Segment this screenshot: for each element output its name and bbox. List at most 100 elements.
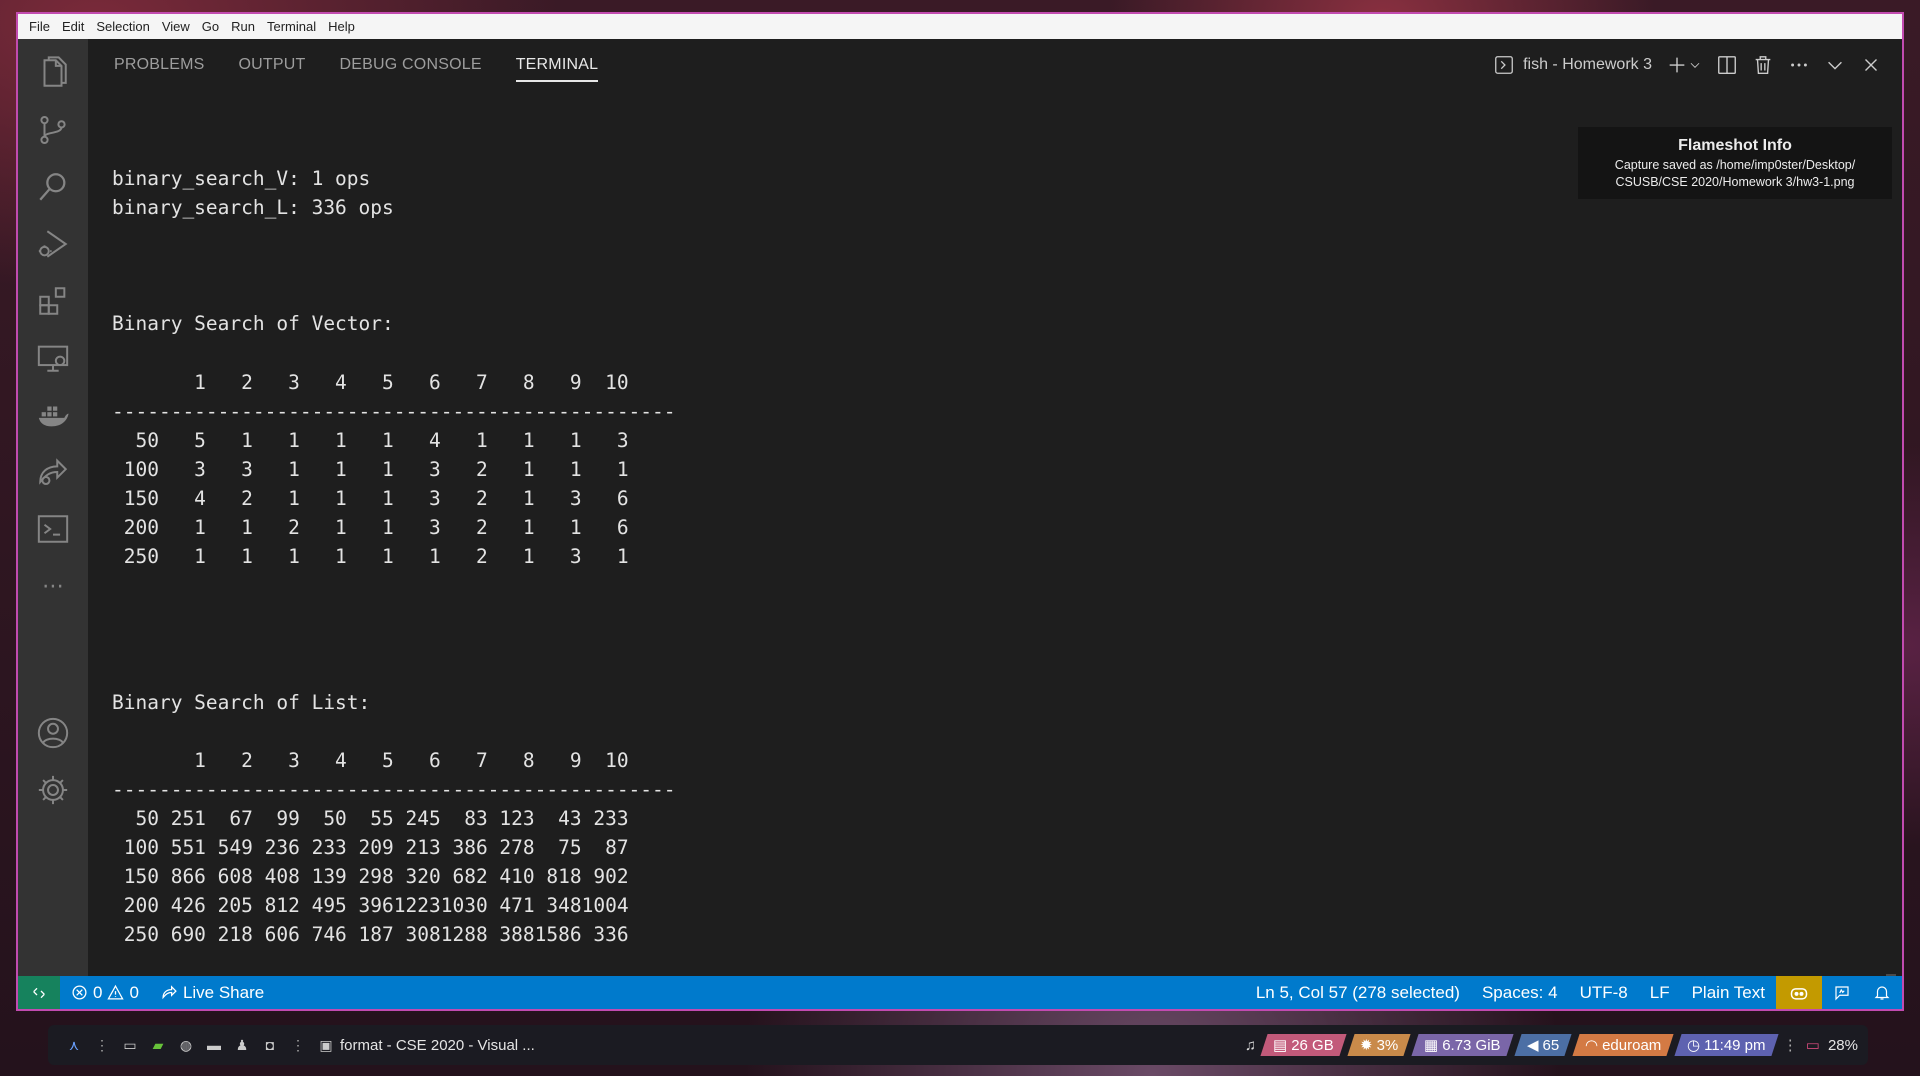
menu-go[interactable]: Go [196,14,225,39]
network-name: eduroam [1602,1036,1662,1054]
tab-terminal[interactable]: TERMINAL [515,39,599,91]
language-mode[interactable]: Plain Text [1681,983,1776,1003]
terminal-line: 100 551 549 236 233 209 213 386 278 75 8… [112,836,629,860]
error-count: 0 [93,982,103,1002]
remote-explorer-icon[interactable] [35,340,71,376]
more-icon[interactable]: ⋯ [35,568,71,604]
source-control-icon[interactable] [35,112,71,148]
browser-icon[interactable]: ◍ [178,1037,194,1053]
terminal-line: Binary Search of Vector: [112,312,394,336]
problems-indicator[interactable]: 0 0 [60,983,150,1003]
new-terminal-button[interactable] [1666,54,1702,76]
settings-gear-icon[interactable] [35,772,71,808]
notification-body-line-1: Capture saved as /home/imp0ster/Desktop/ [1614,158,1856,172]
live-share-status[interactable]: Live Share [150,983,275,1003]
search-icon[interactable] [35,169,71,205]
docker-icon[interactable] [35,397,71,433]
flameshot-notification[interactable]: Flameshot Info Capture saved as /home/im… [1578,127,1892,199]
encoding[interactable]: UTF-8 [1569,983,1639,1003]
activity-bar: ⋯ [18,39,88,976]
gamepad-icon[interactable]: ◘ [262,1037,278,1053]
menu-terminal[interactable]: Terminal [261,14,322,39]
plus-icon [1669,57,1685,73]
split-terminal-button[interactable] [1716,54,1738,76]
chevron-down-icon [1690,62,1700,68]
terminal-line: ----------------------------------------… [112,777,676,801]
menu-selection[interactable]: Selection [90,14,155,39]
terminal-icon [1495,56,1513,74]
menu-edit[interactable]: Edit [56,14,90,39]
terminal-line: 250 1 1 1 1 1 1 2 1 3 1 [112,545,629,569]
live-share-icon[interactable] [35,454,71,490]
panel-tabs: PROBLEMS OUTPUT DEBUG CONSOLE TERMINAL [88,39,632,91]
tab-debug-console[interactable]: DEBUG CONSOLE [340,39,482,91]
copilot-icon[interactable] [1776,976,1822,1009]
terminal-line: Binary Search of List: [112,690,371,714]
terminal-line: ----------------------------------------… [112,399,676,423]
cursor-position[interactable]: Ln 5, Col 57 (278 selected) [1245,983,1471,1003]
laptop-icon[interactable]: ▭ [122,1037,138,1053]
volume-value: 65 [1542,1036,1559,1054]
memory-value: 6.73 GiB [1442,1036,1501,1054]
status-bar: 0 0 Live Share Ln 5, Col 57 (278 selecte… [18,976,1902,1009]
menu-bar: File Edit Selection View Go Run Terminal… [18,14,1902,39]
music-icon[interactable]: ♫ [1245,1037,1256,1054]
explorer-icon[interactable] [35,55,71,91]
terminal-output[interactable]: binary_search_V: 1 ops binary_search_L: 3… [112,164,1882,950]
chat-icon[interactable]: ▬ [206,1037,222,1053]
remote-indicator[interactable] [18,976,60,1009]
window-icon: ▣ [319,1036,333,1053]
taskbar-window-title[interactable]: format - CSE 2020 - Visual ... [340,1037,535,1054]
extensions-icon[interactable] [35,283,71,319]
terminal-view-icon[interactable] [35,511,71,547]
clock[interactable]: ◷ 11:49 pm [1674,1034,1779,1056]
vscode-window: File Edit Selection View Go Run Terminal… [16,12,1904,1011]
taskbar: ⋏ ⋮ ▭ ▰ ◍ ▬ ♟ ◘ ⋮ ▣ format - CSE 2020 - … [48,1025,1868,1065]
clock-icon: ◷ [1687,1037,1701,1054]
live-share-label: Live Share [182,982,265,1002]
terminal-actions: fish - Homework 3 [1479,39,1882,91]
notifications-bell-icon[interactable] [1862,984,1902,1002]
menu-file[interactable]: File [23,14,56,39]
terminal-line: 200 1 1 2 1 1 3 2 1 1 6 [112,516,629,540]
disk-value: 26 GB [1291,1036,1334,1054]
battery-icon: ▭ [1805,1037,1820,1054]
indentation[interactable]: Spaces: 4 [1471,983,1569,1003]
tab-output[interactable]: OUTPUT [239,39,306,91]
kill-terminal-button[interactable] [1752,54,1774,76]
user-icon[interactable]: ♟ [234,1037,250,1053]
terminal-line: 100 3 3 1 1 1 3 2 1 1 1 [112,457,629,481]
launcher-icon[interactable]: ⋏ [66,1037,82,1053]
tab-problems[interactable]: PROBLEMS [114,39,205,91]
remote-icon [33,987,45,998]
separator-dots-icon: ⋮ [291,1036,305,1053]
files-icon[interactable]: ▰ [150,1037,166,1053]
terminal-line: 50 5 1 1 1 1 4 1 1 1 3 [112,428,629,452]
maximize-panel-button[interactable] [1824,54,1846,76]
network[interactable]: ◠ eduroam [1572,1034,1674,1056]
chevron-down-icon [1828,61,1842,70]
system-tray: ♫ ▤ 26 GB ✹ 3% ▦ 6.73 GiB ◀ 65 ◠ eduroam ◷ 11:… [1245,1034,1868,1056]
accounts-icon[interactable] [35,715,71,751]
volume[interactable]: ◀ 65 [1514,1034,1572,1056]
end-of-line[interactable]: LF [1639,983,1681,1003]
feedback-icon[interactable] [1822,984,1862,1002]
menu-run[interactable]: Run [225,14,261,39]
run-debug-icon[interactable] [35,226,71,262]
terminal-name: fish - Homework 3 [1523,56,1652,73]
close-panel-button[interactable] [1860,54,1882,76]
menu-help[interactable]: Help [322,14,361,39]
disk-usage: ▤ 26 GB [1260,1034,1347,1056]
menu-view[interactable]: View [156,14,196,39]
error-icon [72,985,87,1000]
more-actions-button[interactable] [1788,54,1810,76]
terminal-selector[interactable]: fish - Homework 3 [1493,54,1652,76]
battery-level: 28% [1827,1036,1858,1054]
bottom-panel: PROBLEMS OUTPUT DEBUG CONSOLE TERMINAL f… [88,39,1902,1000]
warning-count: 0 [129,982,139,1002]
